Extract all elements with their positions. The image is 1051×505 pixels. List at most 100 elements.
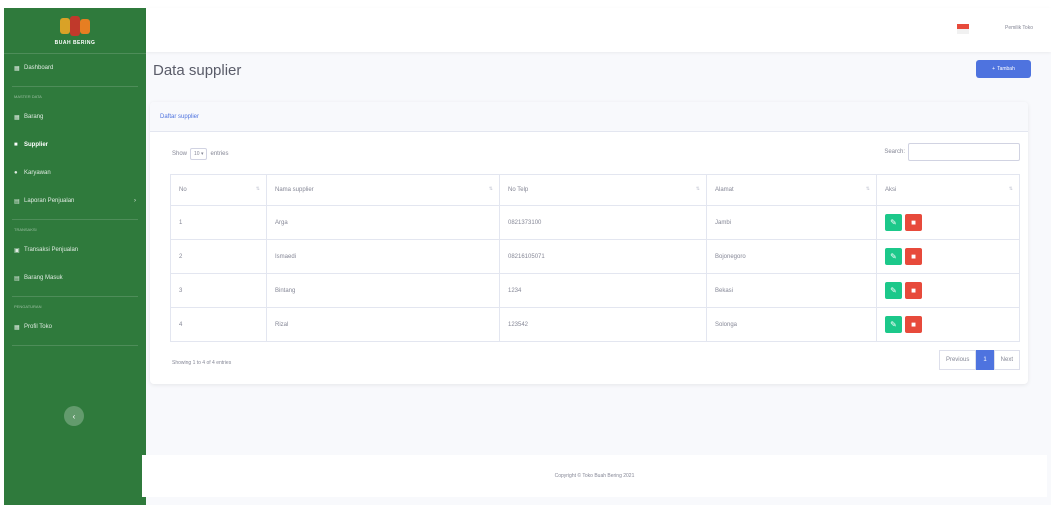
cell-alamat: Bojonegoro <box>706 239 877 274</box>
table-row: 3 Bintang 1234 Bekasi ✎ ■ <box>170 273 1020 308</box>
cell-aksi: ✎ ■ <box>876 239 1020 274</box>
column-header-alamat[interactable]: Alamat ⇅ <box>706 174 877 206</box>
pencil-icon: ✎ <box>890 252 897 261</box>
edit-button[interactable]: ✎ <box>885 248 902 265</box>
file-icon: ▤ <box>14 198 20 205</box>
delete-button[interactable]: ■ <box>905 214 922 231</box>
delete-button[interactable]: ■ <box>905 282 922 299</box>
plus-icon: + <box>992 66 996 72</box>
edit-button[interactable]: ✎ <box>885 214 902 231</box>
cell-alamat: Solonga <box>706 307 877 342</box>
entries-select[interactable]: 10 ▾ <box>190 148 208 160</box>
cell-telp: 123542 <box>499 307 707 342</box>
previous-page-button[interactable]: Previous <box>938 350 977 370</box>
cell-nama: Bintang <box>266 273 500 308</box>
sort-icon: ⇅ <box>1008 186 1013 192</box>
cell-aksi: ✎ ■ <box>876 205 1020 240</box>
show-prefix: Show <box>172 151 188 157</box>
sidebar-divider <box>12 219 138 220</box>
edit-button[interactable]: ✎ <box>885 316 902 333</box>
cell-nama: Ismaedi <box>266 239 500 274</box>
sidebar-divider <box>12 296 138 297</box>
sidebar-item-barang[interactable]: ▦ Barang <box>4 103 146 131</box>
pagination: Previous 1 Next <box>938 350 1020 370</box>
sidebar-item-barang-masuk[interactable]: ▤ Barang Masuk <box>4 264 146 292</box>
edit-button[interactable]: ✎ <box>885 282 902 299</box>
cell-alamat: Bekasi <box>706 273 877 308</box>
sidebar-divider <box>12 86 138 87</box>
supplier-table: No ⇅ Nama supplier ⇅ No Telp ⇅ Alamat ⇅ Aksi… <box>170 174 1020 342</box>
cell-no: 4 <box>170 307 267 342</box>
trash-icon: ■ <box>911 252 916 261</box>
sort-icon: ⇅ <box>865 186 870 192</box>
sidebar-divider <box>12 345 138 346</box>
sidebar-item-profil-toko[interactable]: ▦ Profil Toko <box>4 313 146 341</box>
trash-icon: ■ <box>911 320 916 329</box>
delete-button[interactable]: ■ <box>905 316 922 333</box>
sidebar-item-karyawan[interactable]: ● Karyawan <box>4 159 146 187</box>
cell-telp: 1234 <box>499 273 707 308</box>
search-label: Search: <box>884 149 905 155</box>
pencil-icon: ✎ <box>890 320 897 329</box>
cell-aksi: ✎ ■ <box>876 307 1020 342</box>
sidebar-item-laporan-penjualan[interactable]: ▤ Laporan Penjualan › <box>4 187 146 215</box>
chevron-left-icon: ‹ <box>72 411 76 421</box>
sidebar: BUAH BERING ▦ Dashboard MASTER DATA ▦ Ba… <box>4 8 146 505</box>
user-name[interactable]: Pemilik Toko <box>1005 25 1033 31</box>
topbar: Pemilik Toko <box>146 8 1051 52</box>
sidebar-toggle-button[interactable]: ‹ <box>64 406 84 426</box>
search-input[interactable] <box>908 143 1020 161</box>
column-header-nama[interactable]: Nama supplier ⇅ <box>266 174 500 206</box>
sidebar-item-label: Transaksi Penjualan <box>24 247 79 253</box>
add-supplier-button[interactable]: + Tambah <box>976 60 1031 78</box>
sidebar-item-label: Profil Toko <box>24 324 52 330</box>
sidebar-heading-master: MASTER DATA <box>14 94 42 99</box>
table-row: 1 Arga 0821373100 Jambi ✎ ■ <box>170 205 1020 240</box>
cell-aksi: ✎ ■ <box>876 273 1020 308</box>
sidebar-item-dashboard[interactable]: ▦ Dashboard <box>4 54 146 82</box>
cart-icon: ▣ <box>14 247 20 254</box>
box-icon: ▦ <box>14 114 20 121</box>
sidebar-item-label: Supplier <box>24 142 49 148</box>
delete-button[interactable]: ■ <box>905 248 922 265</box>
pencil-icon: ✎ <box>890 218 897 227</box>
trash-icon: ■ <box>911 286 916 295</box>
truck-icon: ■ <box>14 142 18 148</box>
cell-no: 2 <box>170 239 267 274</box>
cell-telp: 0821373100 <box>499 205 707 240</box>
tachometer-icon: ▦ <box>14 65 20 72</box>
sidebar-heading-pengaturan: PENGATURAN <box>14 304 42 309</box>
pencil-icon: ✎ <box>890 286 897 295</box>
trash-icon: ■ <box>911 218 916 227</box>
cell-no: 1 <box>170 205 267 240</box>
brand-name: BUAH BERING <box>54 39 96 46</box>
cell-nama: Rizal <box>266 307 500 342</box>
inbox-icon: ▤ <box>14 275 20 282</box>
sidebar-item-label: Dashboard <box>24 65 54 71</box>
sort-icon: ⇅ <box>488 186 493 192</box>
flag-icon[interactable] <box>957 24 969 34</box>
column-header-telp[interactable]: No Telp ⇅ <box>499 174 707 206</box>
brand-logo[interactable]: BUAH BERING <box>4 8 146 54</box>
copyright-text: Copyright © Toko Buah Bering 2021 <box>554 473 635 479</box>
next-page-button[interactable]: Next <box>993 350 1020 370</box>
card-title: Daftar supplier <box>150 102 1028 132</box>
user-icon: ● <box>14 170 18 176</box>
sidebar-item-transaksi-penjualan[interactable]: ▣ Transaksi Penjualan <box>4 236 146 264</box>
cell-alamat: Jambi <box>706 205 877 240</box>
sidebar-item-label: Barang Masuk <box>24 275 63 281</box>
page-title: Data supplier <box>153 62 242 79</box>
column-header-no[interactable]: No ⇅ <box>170 174 267 206</box>
chevron-right-icon: › <box>134 198 136 204</box>
sidebar-item-label: Karyawan <box>24 170 51 176</box>
page-1-button[interactable]: 1 <box>976 350 994 370</box>
sort-icon: ⇅ <box>255 186 260 192</box>
column-header-aksi[interactable]: Aksi ⇅ <box>876 174 1020 206</box>
sidebar-item-label: Barang <box>24 114 44 120</box>
sidebar-item-label: Laporan Penjualan <box>24 198 75 204</box>
add-button-label: Tambah <box>997 66 1015 72</box>
table-info: Showing 1 to 4 of 4 entries <box>172 360 232 366</box>
cell-telp: 08216105071 <box>499 239 707 274</box>
sidebar-item-supplier[interactable]: ■ Supplier <box>4 131 146 159</box>
show-suffix: entries <box>210 151 229 157</box>
